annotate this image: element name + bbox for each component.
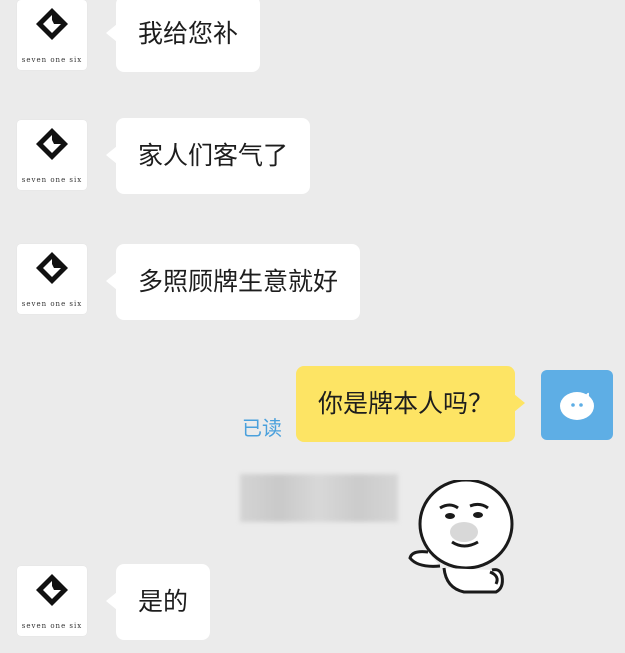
seven-one-six-logo-icon [36, 574, 68, 606]
message-bubble[interactable]: 家人们客气了 [105, 118, 311, 194]
read-receipt: 已读 [242, 416, 282, 440]
seven-one-six-logo-icon [36, 128, 68, 160]
blurred-content [240, 474, 398, 522]
logo-text: seven one six [21, 56, 83, 64]
message-text: 我给您补 [138, 19, 239, 48]
message-bubble[interactable]: 我给您补 [105, 0, 261, 72]
message-text: 你是牌本人吗？ [318, 389, 494, 418]
message-bubble[interactable]: 多照顾牌生意就好 [105, 244, 361, 320]
logo-text: seven one six [21, 176, 83, 184]
message-text: 是的 [138, 587, 189, 616]
message-bubble-outgoing[interactable]: 你是牌本人吗？ [296, 366, 526, 442]
logo-text: seven one six [21, 300, 83, 308]
message-text: 多照顾牌生意就好 [138, 267, 339, 296]
seven-one-six-logo-icon [36, 252, 68, 284]
contact-avatar[interactable]: seven one six [17, 566, 87, 636]
logo-text: seven one six [21, 622, 83, 630]
contact-avatar[interactable]: seven one six [17, 244, 87, 314]
contact-avatar[interactable]: seven one six [17, 0, 87, 70]
seven-one-six-logo-icon [36, 8, 68, 40]
panda-face-meme-sticker[interactable] [404, 480, 514, 595]
message-text: 家人们客气了 [138, 141, 289, 170]
contact-avatar[interactable]: seven one six [17, 120, 87, 190]
message-bubble[interactable]: 是的 [105, 564, 211, 640]
qq-penguin-icon [560, 392, 594, 420]
self-avatar[interactable] [541, 370, 613, 440]
